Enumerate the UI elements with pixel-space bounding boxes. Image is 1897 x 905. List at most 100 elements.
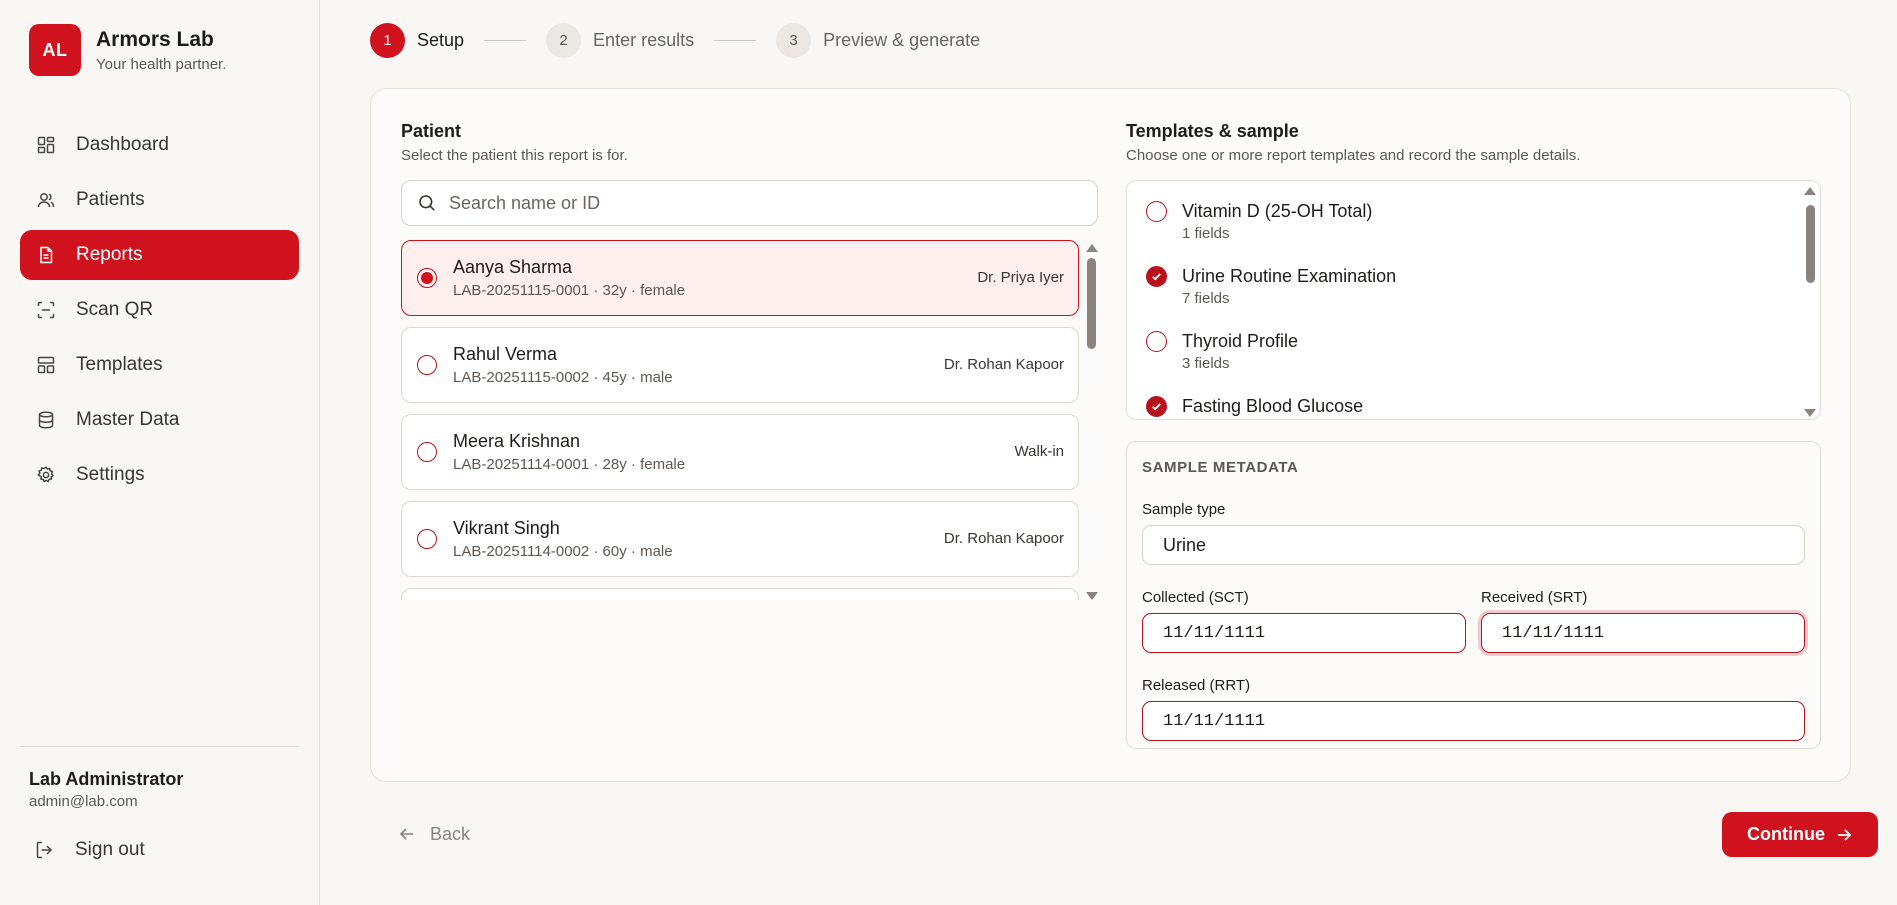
patient-meta: LAB-20251115-0002 · 45y · male [453,369,673,386]
sidebar-item-dashboard[interactable]: Dashboard [20,120,299,170]
template-field-count: 1 fields [1182,225,1230,242]
user-email: admin@lab.com [29,793,138,810]
radio-selected[interactable] [417,268,437,288]
step-divider [484,39,527,41]
released-label: Released (RRT) [1142,677,1251,694]
template-field-count: 7 fields [1182,290,1230,307]
sidebar-item-settings[interactable]: Settings [20,450,299,500]
sample-type-input[interactable]: Urine [1142,525,1805,565]
back-button[interactable]: Back [398,812,470,856]
dashboard-icon [35,134,57,156]
template-item[interactable]: Vitamin D (25-OH Total) 1 fields [1127,181,1820,246]
scroll-up-arrow-icon[interactable] [1804,187,1816,195]
patient-meta: LAB-20251114-0002 · 60y · male [453,543,673,560]
patient-title: Patient [401,121,462,141]
received-group: Received (SRT) 11/11/1111 [1481,589,1805,653]
template-item[interactable]: Fasting Blood Glucose [1127,376,1820,419]
sidebar-item-label: Patients [76,189,145,210]
templates-subtitle: Choose one or more report templates and … [1126,147,1581,164]
patient-name: Vikrant Singh [453,518,560,538]
sidebar-item-label: Scan QR [76,299,154,320]
continue-button[interactable]: Continue [1722,812,1878,857]
templates-section: Templates & sample Choose one or more re… [1126,121,1821,749]
patient-list-scrollbar[interactable] [1084,240,1098,600]
search-icon [417,193,437,213]
arrow-right-icon [1835,826,1853,844]
patient-subtitle: Select the patient this report is for. [401,147,628,164]
main-content: 1 Setup 2 Enter results 3 Preview & gene… [320,0,1897,905]
template-name: Urine Routine Examination [1182,266,1397,286]
patient-meta: LAB-20251115-0001 · 32y · female [453,282,686,299]
patient-search [401,180,1098,226]
sample-metadata-title: SAMPLE METADATA [1142,459,1299,476]
date-row: Collected (SCT) 11/11/1111 Received (SRT… [1142,589,1805,653]
step-label: Preview & generate [823,29,981,50]
brand-logo: AL [29,24,81,76]
user-name: Lab Administrator [29,769,184,789]
patient-meta: LAB-20251114-0001 · 28y · female [453,456,686,473]
collected-date-input[interactable]: 11/11/1111 [1142,613,1466,653]
step-enter-results[interactable]: 2 Enter results [546,22,694,58]
template-checkbox[interactable] [1146,201,1167,222]
radio-unselected[interactable] [417,442,437,462]
received-date-input[interactable]: 11/11/1111 [1481,613,1805,653]
template-checkbox-checked[interactable] [1146,396,1167,417]
step-number: 3 [776,22,812,58]
database-icon [35,409,57,431]
template-name: Vitamin D (25-OH Total) [1182,201,1373,221]
released-date-input[interactable]: 11/11/1111 [1142,701,1805,741]
patient-item-partial[interactable] [401,588,1079,600]
patient-doctor: Dr. Priya Iyer [977,269,1064,286]
arrow-left-icon [398,825,416,843]
template-info: Thyroid Profile 3 fields [1182,331,1298,372]
file-text-icon [35,244,57,266]
sidebar: AL Armors Lab Your health partner. Dashb… [0,0,320,905]
step-preview-generate[interactable]: 3 Preview & generate [776,22,981,58]
scroll-up-arrow-icon[interactable] [1086,244,1098,252]
patient-item[interactable]: Rahul Verma LAB-20251115-0002 · 45y · ma… [401,327,1079,403]
sidebar-item-master-data[interactable]: Master Data [20,395,299,445]
template-checkbox[interactable] [1146,331,1167,352]
radio-dot [421,272,433,284]
search-input[interactable] [449,192,1049,214]
templates-title: Templates & sample [1126,121,1299,141]
scroll-down-arrow-icon[interactable] [1804,409,1816,417]
template-item[interactable]: Urine Routine Examination 7 fields [1127,246,1820,311]
sidebar-item-label: Settings [76,464,145,485]
received-label: Received (SRT) [1481,589,1588,606]
brand-tagline: Your health partner. [96,55,227,73]
released-group: Released (RRT) 11/11/1111 [1142,677,1805,741]
sidebar-item-scan-qr[interactable]: Scan QR [20,285,299,335]
patient-list: Aanya Sharma LAB-20251115-0001 · 32y · f… [401,240,1098,600]
scroll-down-arrow-icon[interactable] [1086,592,1098,600]
patient-item[interactable]: Meera Krishnan LAB-20251114-0001 · 28y ·… [401,414,1079,490]
radio-unselected[interactable] [417,355,437,375]
collected-group: Collected (SCT) 11/11/1111 [1142,589,1466,653]
patient-item[interactable]: Aanya Sharma LAB-20251115-0001 · 32y · f… [401,240,1079,316]
radio-unselected[interactable] [417,529,437,549]
template-list-scrollbar[interactable] [1803,185,1817,417]
patient-item[interactable]: Vikrant Singh LAB-20251114-0002 · 60y · … [401,501,1079,577]
setup-card: Patient Select the patient this report i… [370,88,1851,782]
sign-out-label: Sign out [75,839,145,860]
brand-text: Armors Lab Your health partner. [96,28,226,73]
sidebar-item-templates[interactable]: Templates [20,340,299,390]
template-item[interactable]: Thyroid Profile 3 fields [1127,311,1820,376]
patient-info: Meera Krishnan LAB-20251114-0001 · 28y ·… [453,431,685,473]
scrollbar-thumb[interactable] [1806,205,1815,283]
gear-icon [35,464,57,486]
patient-name: Rahul Verma [453,344,558,364]
sidebar-footer: Lab Administrator admin@lab.com Sign out [20,746,299,872]
scrollbar-thumb[interactable] [1087,258,1096,349]
sidebar-item-reports[interactable]: Reports [20,230,299,280]
sample-metadata: SAMPLE METADATA Sample type Urine Collec… [1126,441,1821,749]
sign-out-button[interactable]: Sign out [20,828,299,872]
log-out-icon [33,839,55,861]
continue-label: Continue [1747,824,1825,844]
sidebar-item-patients[interactable]: Patients [20,175,299,225]
template-checkbox-checked[interactable] [1146,266,1167,287]
step-setup[interactable]: 1 Setup [370,22,464,58]
template-info: Fasting Blood Glucose [1182,396,1363,419]
patient-doctor: Dr. Rohan Kapoor [943,530,1064,547]
template-name: Thyroid Profile [1182,331,1299,351]
